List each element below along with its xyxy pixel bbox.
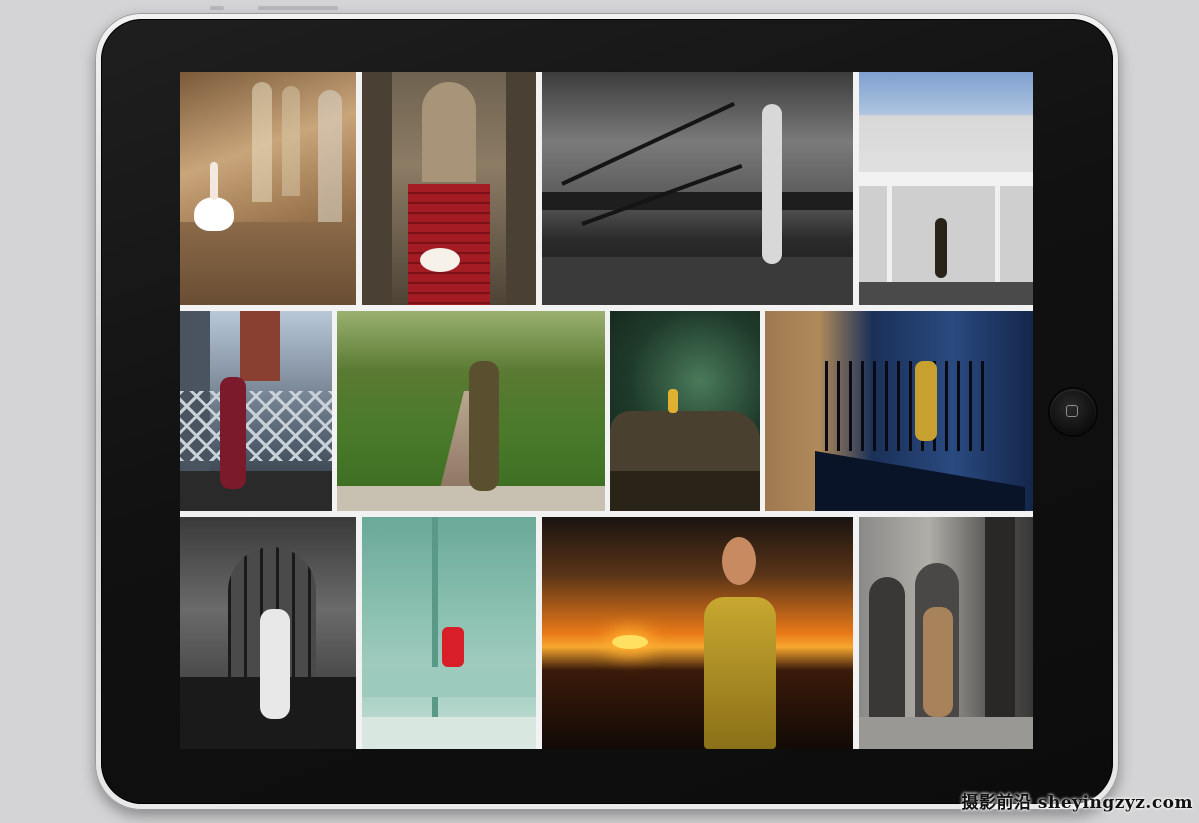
home-square-icon — [1066, 405, 1078, 417]
photo-woman-blue-stairwell[interactable] — [765, 311, 1033, 511]
photo-woman-gothic-window-monochrome[interactable] — [180, 517, 356, 749]
photo-woman-fur-coat-stone-arches[interactable] — [859, 517, 1033, 749]
photo-woman-railing-black-and-white[interactable] — [542, 72, 853, 305]
photo-woman-red-coat-mint-room[interactable] — [362, 517, 536, 749]
photo-ballerina-gothic-staircase[interactable] — [180, 72, 356, 305]
photo-woman-gold-dress-sunset[interactable] — [542, 517, 853, 749]
home-button[interactable] — [1050, 389, 1096, 435]
photo-ballerina-red-carpet-stairs[interactable] — [362, 72, 536, 305]
photo-woman-art-deco-house[interactable] — [859, 72, 1033, 305]
photo-woman-steel-bridge[interactable] — [180, 311, 332, 511]
watermark-text: 摄影前沿 sheyingzyz.com — [961, 793, 1193, 813]
volume-button — [210, 6, 224, 10]
photo-woman-tree-avenue[interactable] — [337, 311, 605, 511]
sleep-button — [258, 6, 338, 10]
photo-woman-forest-rocks-night[interactable] — [610, 311, 760, 511]
photo-gallery-screen — [180, 72, 1033, 749]
